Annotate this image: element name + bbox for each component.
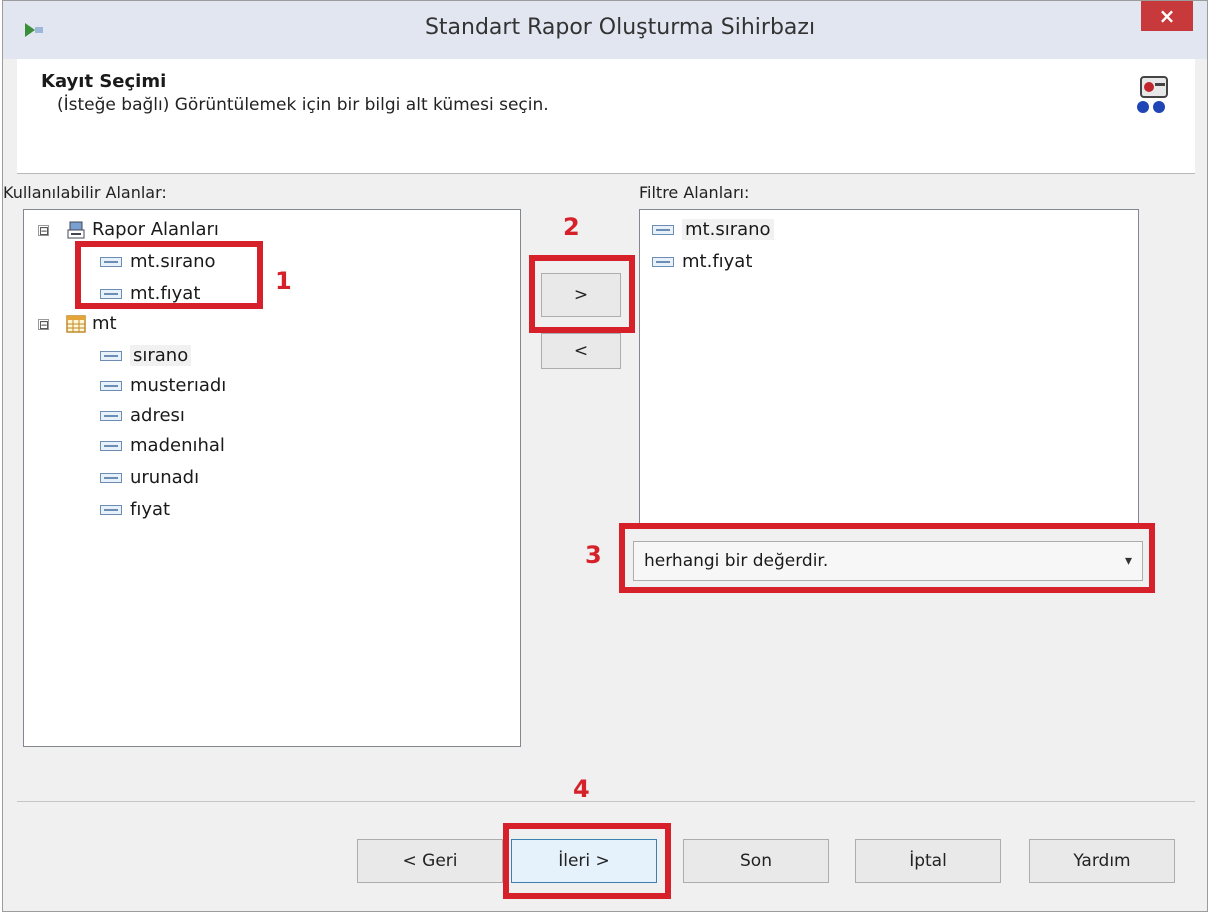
tree-item-label: musterıadı bbox=[130, 375, 227, 396]
remove-filter-button[interactable]: < bbox=[541, 333, 621, 369]
window-title: Standart Rapor Oluşturma Sihirbazı bbox=[424, 15, 816, 40]
help-button[interactable]: Yardım bbox=[1029, 839, 1175, 883]
annotation-box-1 bbox=[75, 241, 263, 309]
annotation-number-2: 2 bbox=[563, 213, 580, 241]
field-icon bbox=[652, 225, 674, 235]
tree-item-label: urunadı bbox=[130, 467, 200, 488]
cancel-button[interactable]: İptal bbox=[855, 839, 1001, 883]
tree-group-rapor-alanlari[interactable]: Rapor Alanları bbox=[66, 216, 219, 244]
filter-item[interactable]: mt.sırano bbox=[652, 216, 774, 244]
field-icon bbox=[100, 441, 122, 451]
filter-item-label: mt.fıyat bbox=[682, 251, 753, 272]
tree-item-label: fıyat bbox=[130, 499, 171, 520]
collapse-icon[interactable]: ⊟ bbox=[38, 225, 49, 237]
annotation-number-1: 1 bbox=[275, 267, 292, 295]
footer-divider bbox=[17, 801, 1195, 802]
field-icon bbox=[652, 257, 674, 267]
tree-item[interactable]: adresı bbox=[100, 402, 185, 430]
tree-item-label: madenıhal bbox=[130, 435, 225, 456]
tree-item-label: sırano bbox=[130, 345, 192, 366]
field-icon bbox=[100, 351, 122, 361]
close-button[interactable]: × bbox=[1141, 1, 1193, 31]
report-fields-icon bbox=[67, 221, 85, 239]
annotation-box-3 bbox=[619, 523, 1155, 593]
field-icon bbox=[100, 473, 122, 483]
tree-group-label: Rapor Alanları bbox=[92, 219, 219, 240]
tree-group-label: mt bbox=[92, 313, 117, 334]
filter-item-label: mt.sırano bbox=[682, 219, 774, 240]
step-description: (İsteğe bağlı) Görüntülemek için bir bil… bbox=[57, 95, 549, 115]
filter-item[interactable]: mt.fıyat bbox=[652, 248, 752, 276]
field-icon bbox=[100, 381, 122, 391]
annotation-number-4: 4 bbox=[573, 775, 590, 803]
tree-item[interactable]: musterıadı bbox=[100, 372, 226, 400]
collapse-icon[interactable]: ⊟ bbox=[38, 319, 49, 331]
tree-item[interactable]: urunadı bbox=[100, 464, 199, 492]
filter-fields-list[interactable]: mt.sırano mt.fıyat bbox=[639, 209, 1139, 529]
tree-item-label: adresı bbox=[130, 405, 185, 426]
finish-button[interactable]: Son bbox=[683, 839, 829, 883]
record-selection-icon bbox=[1137, 76, 1168, 113]
wizard-header: Kayıt Seçimi (İsteğe bağlı) Görüntülemek… bbox=[17, 59, 1195, 174]
field-icon bbox=[100, 505, 122, 515]
annotation-box-4 bbox=[503, 823, 671, 899]
tree-item[interactable]: sırano bbox=[100, 342, 192, 370]
step-title: Kayıt Seçimi bbox=[41, 71, 167, 92]
annotation-box-2 bbox=[529, 255, 635, 333]
title-bar: Standart Rapor Oluşturma Sihirbazı × bbox=[3, 1, 1207, 59]
tree-item[interactable]: madenıhal bbox=[100, 432, 225, 460]
available-fields-label: Kullanılabilir Alanlar: bbox=[3, 183, 167, 202]
annotation-number-3: 3 bbox=[585, 541, 602, 569]
filter-fields-label: Filtre Alanları: bbox=[639, 183, 750, 202]
tree-group-mt[interactable]: mt bbox=[66, 310, 117, 338]
back-button[interactable]: < Geri bbox=[357, 839, 503, 883]
tree-item[interactable]: fıyat bbox=[100, 496, 170, 524]
field-icon bbox=[100, 411, 122, 421]
wizard-window: Standart Rapor Oluşturma Sihirbazı × Kay… bbox=[2, 0, 1208, 912]
table-icon bbox=[66, 315, 86, 333]
